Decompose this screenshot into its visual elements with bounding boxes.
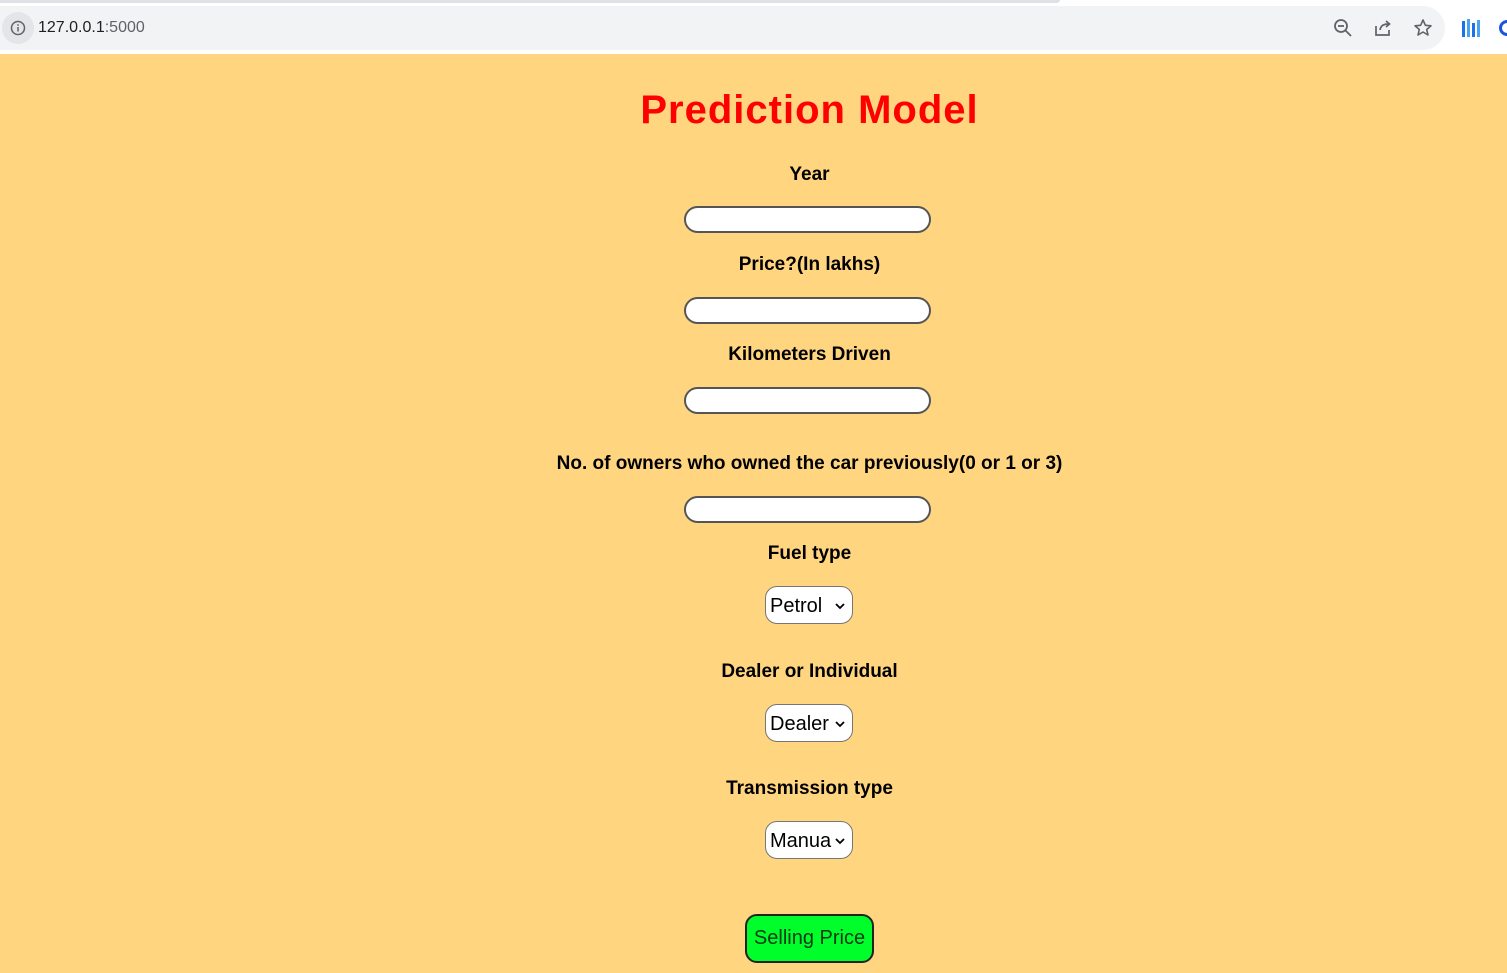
price-input[interactable] xyxy=(684,297,931,324)
year-label: Year xyxy=(789,164,830,185)
fuel-type-label: Fuel type xyxy=(767,543,852,564)
owners-input[interactable] xyxy=(684,496,931,523)
chevron-down-icon xyxy=(835,721,845,728)
seller-type-value: Dealer xyxy=(770,713,829,735)
chevron-down-icon xyxy=(835,603,845,610)
bookmark-star-icon[interactable] xyxy=(1411,16,1435,40)
url-host: 127.0.0.1 xyxy=(38,19,105,36)
kms-driven-input[interactable] xyxy=(684,387,931,414)
price-label: Price?(In lakhs) xyxy=(738,254,881,275)
page-body: Prediction Model Year Price?(In lakhs) K… xyxy=(0,54,1507,973)
kms-driven-label: Kilometers Driven xyxy=(728,344,891,365)
selling-price-button[interactable]: Selling Price xyxy=(745,914,874,963)
transmission-value: Manua xyxy=(770,830,832,852)
fuel-type-value: Petrol xyxy=(770,595,823,617)
tab-strip-edge xyxy=(0,0,1060,3)
seller-type-label: Dealer or Individual xyxy=(721,661,898,682)
transmission-select[interactable]: Manua xyxy=(765,821,853,859)
share-icon[interactable] xyxy=(1371,16,1395,40)
zoom-out-icon[interactable] xyxy=(1331,16,1355,40)
url-text[interactable]: 127.0.0.1:5000 xyxy=(38,18,145,38)
profile-avatar[interactable] xyxy=(1499,20,1507,36)
chevron-down-icon xyxy=(835,838,845,845)
info-icon[interactable] xyxy=(2,12,34,44)
browser-toolbar: 127.0.0.1:5000 xyxy=(0,6,1507,52)
url-port: :5000 xyxy=(104,19,145,36)
seller-type-select[interactable]: Dealer xyxy=(765,704,853,742)
year-input[interactable] xyxy=(684,206,931,233)
page-title: Prediction Model xyxy=(640,88,979,132)
extension-icon[interactable] xyxy=(1459,16,1485,42)
address-bar[interactable]: 127.0.0.1:5000 xyxy=(0,6,1445,50)
owners-label: No. of owners who owned the car previous… xyxy=(556,453,1063,474)
fuel-type-select[interactable]: Petrol xyxy=(765,586,853,624)
transmission-label: Transmission type xyxy=(726,778,893,799)
